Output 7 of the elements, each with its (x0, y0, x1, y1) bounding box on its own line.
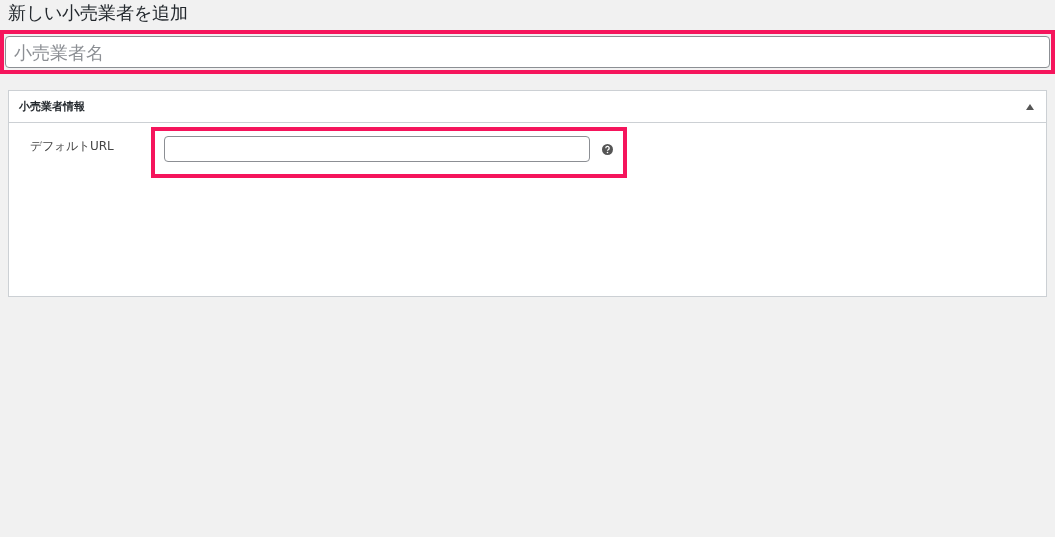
name-input[interactable]: 小売業者名 (5, 36, 1050, 68)
field-label: デフォルトURL (30, 138, 115, 155)
url-input[interactable] (164, 136, 590, 162)
collapse-toggle-icon[interactable] (1026, 103, 1034, 110)
page-title: 新しい小売業者を追加 (7, 1, 189, 25)
panel-title: 小売業者情報 (19, 99, 85, 114)
help-icon[interactable] (602, 143, 613, 155)
